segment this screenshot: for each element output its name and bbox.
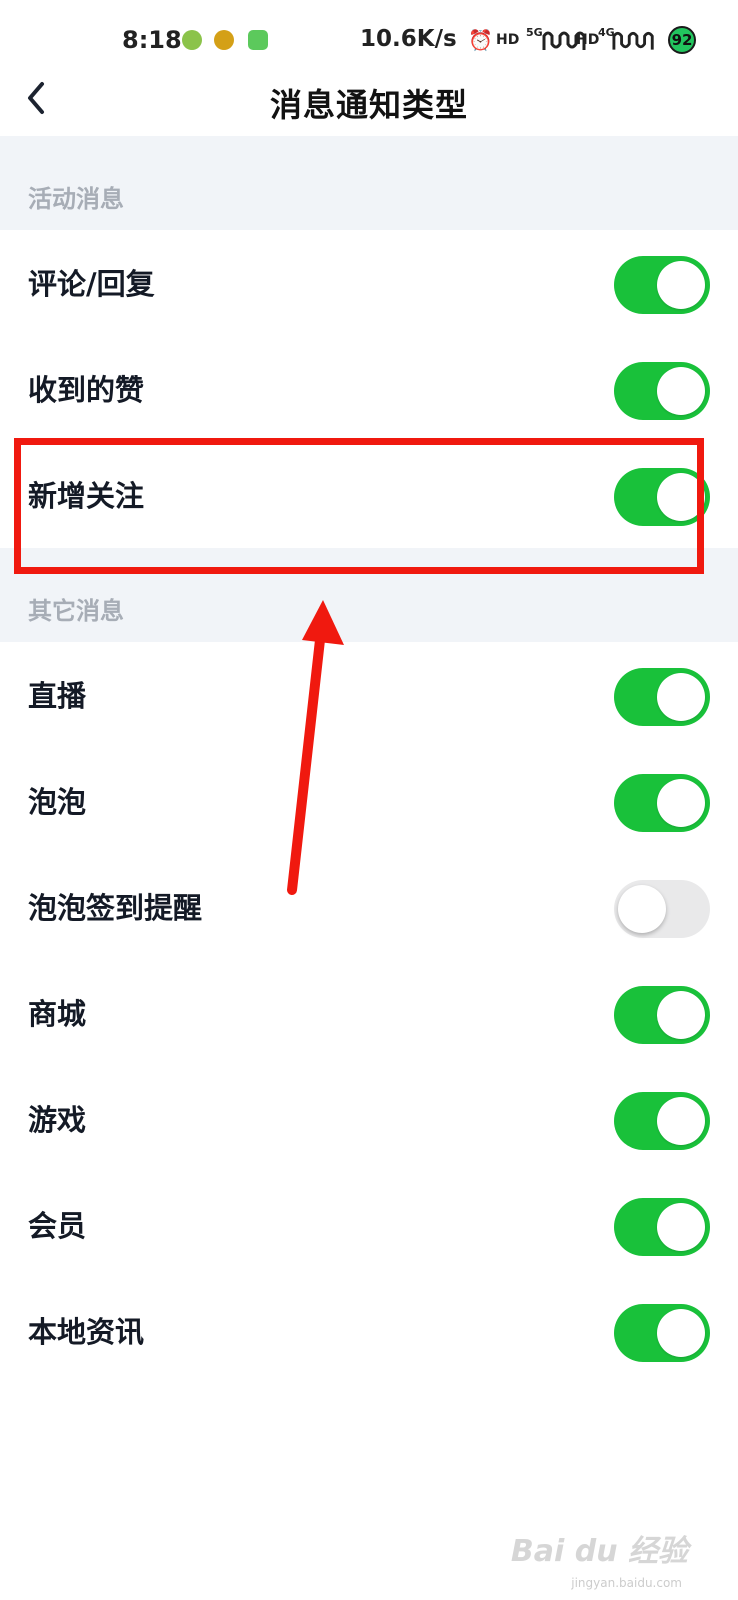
toggle-switch[interactable] — [614, 1092, 710, 1150]
toggle-switch[interactable] — [614, 468, 710, 526]
toggle-knob — [657, 261, 705, 309]
watermark-logo: Bai du 经验 — [510, 1534, 688, 1569]
battery-icon: 92 — [668, 26, 696, 54]
toggle-knob — [657, 1097, 705, 1145]
setting-row-likes[interactable]: 收到的赞 — [0, 336, 738, 444]
toggle-knob — [657, 673, 705, 721]
setting-row-comments[interactable]: 评论/回复 — [0, 230, 738, 338]
section-header-other: 其它消息 — [0, 548, 738, 642]
setting-label: 泡泡签到提醒 — [28, 891, 203, 925]
setting-label: 游戏 — [28, 1103, 87, 1137]
section-title: 其它消息 — [28, 597, 124, 625]
setting-row-live[interactable]: 直播 — [0, 642, 738, 750]
alarm-icon: ⏰ — [468, 28, 493, 52]
setting-label: 评论/回复 — [28, 267, 155, 301]
setting-label: 泡泡 — [28, 785, 87, 819]
app-icon-1 — [182, 30, 202, 50]
toggle-switch[interactable] — [614, 986, 710, 1044]
toggle-switch[interactable] — [614, 880, 710, 938]
toggle-knob — [657, 779, 705, 827]
setting-label: 收到的赞 — [28, 373, 145, 407]
setting-row-membership[interactable]: 会员 — [0, 1172, 738, 1280]
toggle-knob — [657, 473, 705, 521]
app-icon-2 — [214, 30, 234, 50]
signal-5g-label: 5G — [526, 26, 543, 39]
hd-icon-2: HD — [576, 32, 600, 48]
nav-bar: 消息通知类型 — [0, 60, 738, 140]
toggle-knob — [657, 367, 705, 415]
setting-label: 会员 — [28, 1209, 87, 1243]
section-header-activity: 活动消息 — [0, 136, 738, 230]
toggle-switch[interactable] — [614, 668, 710, 726]
setting-label: 本地资讯 — [28, 1315, 145, 1349]
setting-row-games[interactable]: 游戏 — [0, 1066, 738, 1174]
setting-row-bubble[interactable]: 泡泡 — [0, 748, 738, 856]
setting-row-bubble-checkin[interactable]: 泡泡签到提醒 — [0, 854, 738, 962]
page-title: 消息通知类型 — [269, 86, 468, 124]
toggle-knob — [657, 1203, 705, 1251]
toggle-switch[interactable] — [614, 1198, 710, 1256]
network-speed: 10.6K/s — [360, 26, 457, 52]
status-time: 8:18 — [122, 26, 182, 54]
toggle-knob — [657, 1309, 705, 1357]
toggle-knob — [618, 885, 666, 933]
setting-row-new-followers[interactable]: 新增关注 — [0, 442, 738, 550]
setting-label: 直播 — [28, 679, 87, 713]
watermark-url: jingyan.baidu.com — [571, 1576, 682, 1590]
toggle-switch[interactable] — [614, 774, 710, 832]
app-icon-3 — [248, 30, 268, 50]
setting-label: 商城 — [28, 997, 87, 1031]
signal-icon-2 — [612, 31, 654, 50]
setting-row-mall[interactable]: 商城 — [0, 960, 738, 1068]
toggle-switch[interactable] — [614, 362, 710, 420]
section-title: 活动消息 — [28, 185, 124, 213]
setting-row-local-news[interactable]: 本地资讯 — [0, 1278, 738, 1386]
hd-icon: HD — [496, 32, 520, 48]
toggle-switch[interactable] — [614, 256, 710, 314]
toggle-knob — [657, 991, 705, 1039]
toggle-switch[interactable] — [614, 1304, 710, 1362]
setting-label: 新增关注 — [28, 479, 145, 513]
